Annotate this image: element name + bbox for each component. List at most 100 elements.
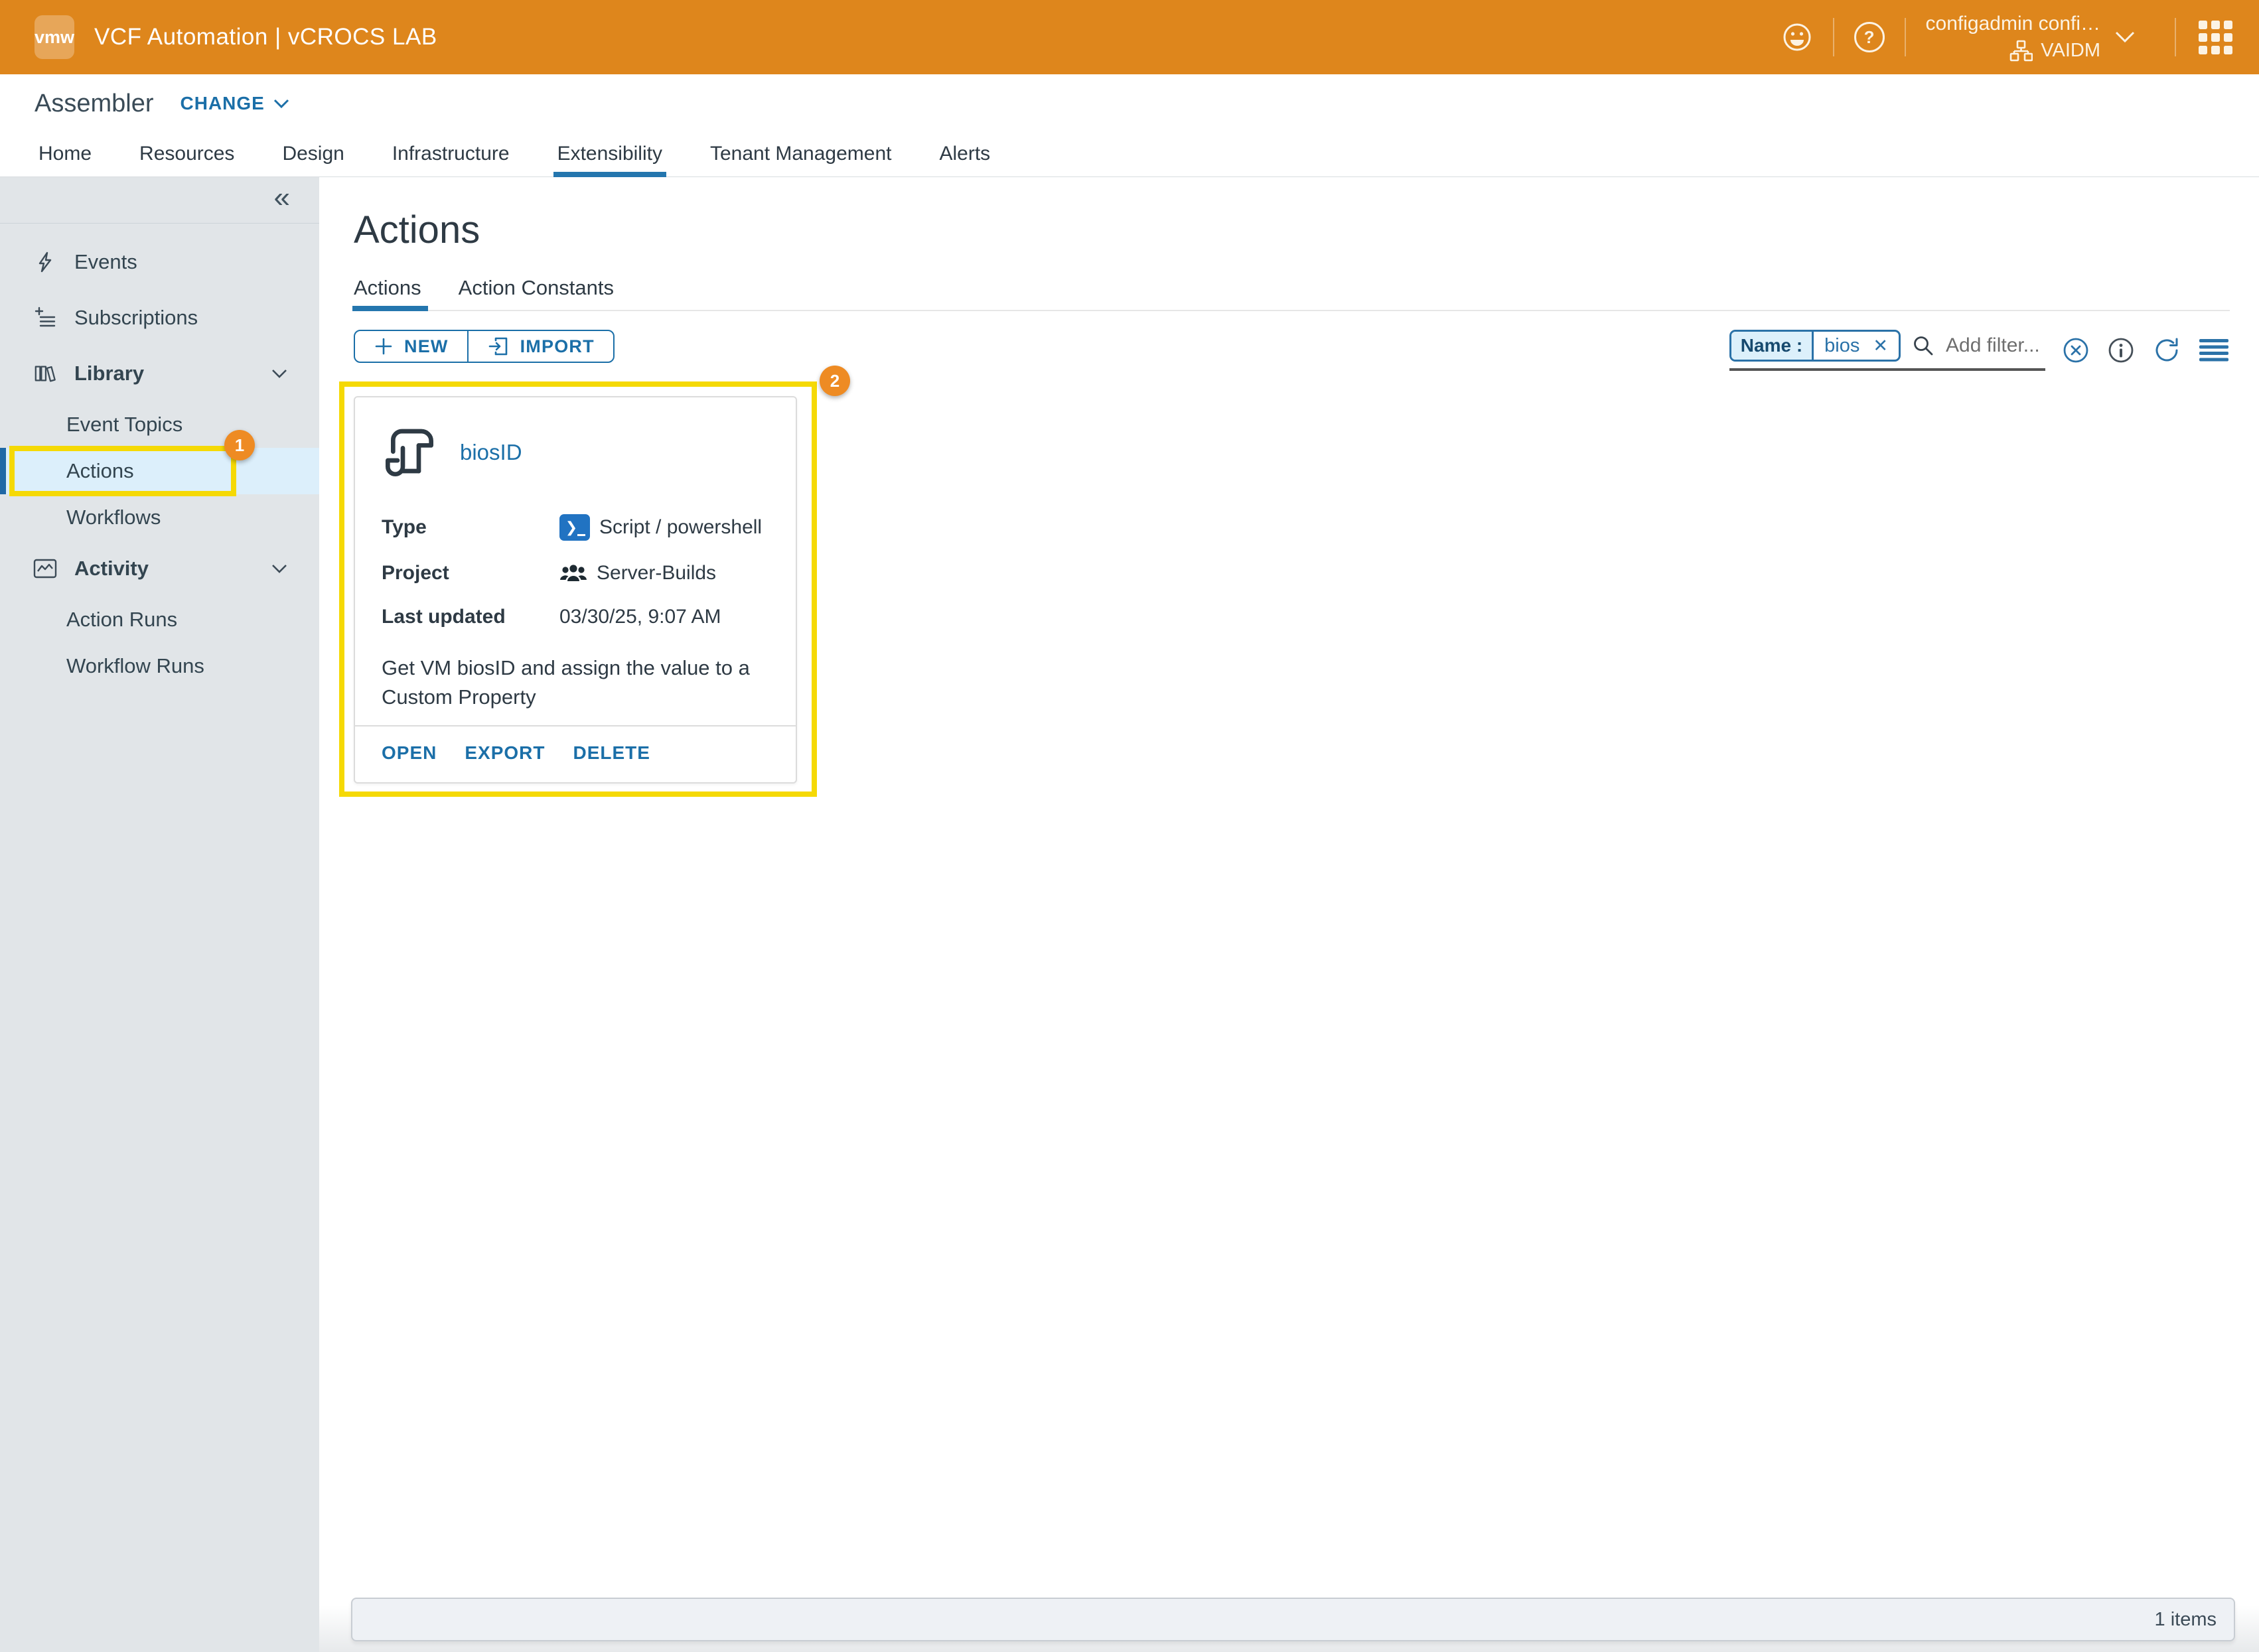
- product-title: VCF Automation | vCROCS LAB: [94, 24, 437, 50]
- chevron-down-icon: [273, 98, 290, 109]
- chevron-down-icon: [2114, 30, 2136, 44]
- export-action-button[interactable]: EXPORT: [465, 742, 545, 764]
- action-description: Get VM biosID and assign the value to a …: [382, 654, 788, 712]
- sidebar-item-events[interactable]: Events: [0, 234, 319, 290]
- vmware-logo: vmw: [35, 15, 74, 59]
- sidebar-collapse-button[interactable]: «: [274, 183, 290, 212]
- sidebar-item-label: Subscriptions: [74, 306, 198, 330]
- field-value-text: 03/30/25, 9:07 AM: [559, 606, 721, 628]
- nav-tab-alerts[interactable]: Alerts: [939, 143, 990, 176]
- sidebar-group-label: Library: [74, 362, 144, 385]
- filter-field[interactable]: Name : bios ✕: [1729, 330, 2045, 371]
- field-row-last-updated: Last updated 03/30/25, 9:07 AM: [382, 606, 769, 628]
- field-value-text: Server-Builds: [597, 562, 716, 585]
- clear-filters-button[interactable]: [2061, 336, 2090, 365]
- header-separator: [2175, 18, 2176, 56]
- filter-chip-value: bios: [1814, 335, 1866, 357]
- tenant-name: VAIDM: [2041, 40, 2100, 62]
- org-tree-icon: [2009, 40, 2033, 62]
- activity-chart-icon: [33, 559, 57, 579]
- content-tabs: Actions Action Constants: [354, 276, 2230, 311]
- sidebar-header: «: [0, 177, 319, 224]
- list-view-toggle[interactable]: [2198, 336, 2230, 364]
- search-icon: [1911, 334, 1935, 358]
- filter-chip[interactable]: Name : bios ✕: [1729, 330, 1901, 362]
- action-card: biosID Type ❯ Script / powershell Projec…: [354, 396, 797, 784]
- field-value: ❯ Script / powershell: [559, 514, 762, 541]
- app-name: Assembler: [35, 90, 154, 118]
- sidebar-item-workflow-runs[interactable]: Workflow Runs: [0, 643, 319, 689]
- sidebar: « Events Subscriptions: [0, 177, 319, 1652]
- nav-tab-tenant-management[interactable]: Tenant Management: [710, 143, 892, 176]
- change-app-button[interactable]: CHANGE: [181, 93, 290, 114]
- sidebar-item-actions[interactable]: Actions 1: [0, 448, 319, 494]
- add-filter-input[interactable]: [1946, 334, 2045, 357]
- sidebar-item-label: Workflows: [66, 506, 161, 529]
- sidebar-group-label: Activity: [74, 557, 149, 581]
- field-row-project: Project Server-Builds: [382, 562, 769, 585]
- field-value: 03/30/25, 9:07 AM: [559, 606, 721, 628]
- help-button[interactable]: ?: [1854, 22, 1885, 52]
- action-card-body: biosID Type ❯ Script / powershell Projec…: [355, 397, 796, 725]
- lightning-icon: [33, 251, 57, 273]
- list-view-icon: [2198, 336, 2230, 364]
- nav-tab-home[interactable]: Home: [38, 143, 92, 176]
- field-label: Type: [382, 516, 559, 539]
- filter-zone: Name : bios ✕: [1729, 330, 2230, 371]
- field-label: Last updated: [382, 606, 559, 628]
- feedback-smiley-button[interactable]: [1781, 21, 1813, 53]
- main-nav: Home Resources Design Infrastructure Ext…: [0, 133, 2259, 177]
- change-label: CHANGE: [181, 93, 265, 114]
- sidebar-item-subscriptions[interactable]: Subscriptions: [0, 290, 319, 346]
- action-name-link[interactable]: biosID: [460, 440, 522, 465]
- sidebar-item-event-topics[interactable]: Event Topics: [0, 401, 319, 448]
- nav-tab-design[interactable]: Design: [282, 143, 344, 176]
- sidebar-item-workflows[interactable]: Workflows: [0, 494, 319, 541]
- tab-action-constants[interactable]: Action Constants: [459, 276, 614, 310]
- header-separator: [1905, 18, 1906, 56]
- add-subscription-icon: [33, 307, 57, 329]
- script-scroll-icon: [382, 421, 440, 484]
- nav-tab-infrastructure[interactable]: Infrastructure: [392, 143, 510, 176]
- new-button-label: NEW: [404, 336, 449, 357]
- import-button[interactable]: IMPORT: [467, 331, 613, 362]
- library-books-icon: [33, 362, 57, 385]
- filter-chip-close-icon[interactable]: ✕: [1866, 336, 1899, 356]
- page-title: Actions: [354, 177, 2230, 252]
- header-separator: [1833, 18, 1834, 56]
- tab-actions[interactable]: Actions: [354, 276, 421, 310]
- help-icon: ?: [1864, 27, 1875, 48]
- refresh-button[interactable]: [2151, 335, 2182, 366]
- field-label: Project: [382, 562, 559, 585]
- import-icon: [487, 335, 510, 358]
- import-button-label: IMPORT: [520, 336, 595, 357]
- vcf-automation-page: vmw VCF Automation | vCROCS LAB ? config…: [0, 0, 2259, 1652]
- sidebar-item-action-runs[interactable]: Action Runs: [0, 596, 319, 643]
- sidebar-item-label: Action Runs: [66, 608, 177, 632]
- action-button-group: NEW IMPORT: [354, 330, 615, 363]
- delete-action-button[interactable]: DELETE: [573, 742, 650, 764]
- action-name-row: biosID: [382, 421, 769, 484]
- sidebar-group-library[interactable]: Library: [0, 346, 319, 401]
- user-menu[interactable]: configadmin confi… VAIDM: [1926, 13, 2100, 62]
- tenant-row: VAIDM: [2009, 40, 2100, 62]
- powershell-icon: ❯: [559, 514, 590, 541]
- chevron-down-icon: [270, 563, 289, 575]
- user-name: configadmin confi…: [1926, 13, 2100, 35]
- sidebar-group-activity[interactable]: Activity: [0, 541, 319, 596]
- new-button[interactable]: NEW: [355, 331, 467, 362]
- refresh-icon: [2151, 335, 2182, 366]
- main-content: Actions Actions Action Constants NEW: [319, 177, 2259, 1652]
- filter-chip-field: Name :: [1731, 332, 1814, 360]
- info-button[interactable]: [2106, 336, 2136, 365]
- open-action-button[interactable]: OPEN: [382, 742, 437, 764]
- app-bar: Assembler CHANGE: [0, 74, 2259, 133]
- sidebar-item-label: Workflow Runs: [66, 654, 204, 678]
- nav-tab-extensibility[interactable]: Extensibility: [557, 143, 662, 176]
- user-menu-chevron[interactable]: [2114, 30, 2136, 44]
- nav-tab-resources[interactable]: Resources: [139, 143, 234, 176]
- status-bar: 1 items: [351, 1598, 2235, 1641]
- app-switcher-button[interactable]: [2199, 21, 2232, 54]
- sidebar-list: Events Subscriptions: [0, 234, 319, 689]
- clear-filter-icon: [2061, 336, 2090, 365]
